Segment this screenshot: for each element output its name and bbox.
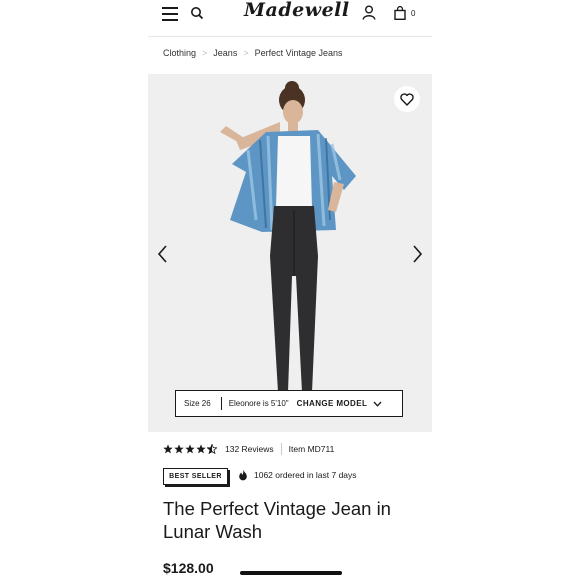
product-price: $128.00 — [163, 560, 214, 576]
flame-icon — [239, 469, 247, 481]
heart-icon — [400, 92, 414, 106]
breadcrumb: Clothing > Jeans > Perfect Vintage Jeans — [163, 48, 342, 58]
breadcrumb-current[interactable]: Perfect Vintage Jeans — [255, 48, 343, 58]
star-icon — [196, 444, 206, 454]
half-star-icon — [207, 444, 217, 454]
star-rating[interactable] — [163, 444, 217, 454]
menu-icon[interactable] — [162, 7, 178, 21]
favorite-button[interactable] — [394, 86, 420, 112]
order-count: 1062 ordered in last 7 days — [238, 469, 357, 481]
review-count-link[interactable]: 132 Reviews — [225, 444, 274, 454]
star-icon — [174, 444, 184, 454]
bag-icon[interactable] — [394, 6, 406, 20]
product-image-carousel[interactable] — [148, 74, 432, 432]
home-indicator — [240, 571, 342, 575]
chevron-left-icon[interactable] — [156, 244, 170, 264]
product-title: The Perfect Vintage Jean in Lunar Wash — [163, 498, 391, 542]
chevron-down-icon — [373, 401, 382, 407]
search-icon[interactable] — [190, 6, 204, 20]
divider — [280, 443, 282, 455]
best-seller-badge: BEST SELLER — [163, 468, 228, 485]
header-divider — [148, 36, 432, 37]
star-icon — [163, 444, 173, 454]
product-photo — [220, 81, 356, 400]
product-page: Madewell 0 Clothing > Jeans > Perfect Vintag… — [148, 0, 432, 580]
change-model-button[interactable]: CHANGE MODEL — [297, 399, 368, 408]
model-size: Size 26 — [176, 397, 222, 410]
chevron-right-icon[interactable] — [410, 244, 424, 264]
item-number: Item MD711 — [288, 444, 335, 454]
brand-logo[interactable]: Madewell — [244, 0, 349, 25]
rating-row: 132 Reviews Item MD711 — [163, 442, 334, 456]
account-icon[interactable] — [362, 5, 376, 20]
model-info: Eleonore is 5'10" — [228, 399, 289, 408]
site-header: Madewell 0 — [148, 0, 432, 36]
chevron-right-icon: > — [202, 48, 208, 58]
breadcrumb-clothing[interactable]: Clothing — [163, 48, 196, 58]
change-model-bar[interactable]: Size 26 Eleonore is 5'10" CHANGE MODEL — [175, 390, 403, 417]
star-icon — [185, 444, 195, 454]
bag-count: 0 — [411, 9, 416, 18]
breadcrumb-jeans[interactable]: Jeans — [213, 48, 237, 58]
chevron-right-icon: > — [243, 48, 249, 58]
order-count-text: 1062 ordered in last 7 days — [254, 470, 357, 480]
